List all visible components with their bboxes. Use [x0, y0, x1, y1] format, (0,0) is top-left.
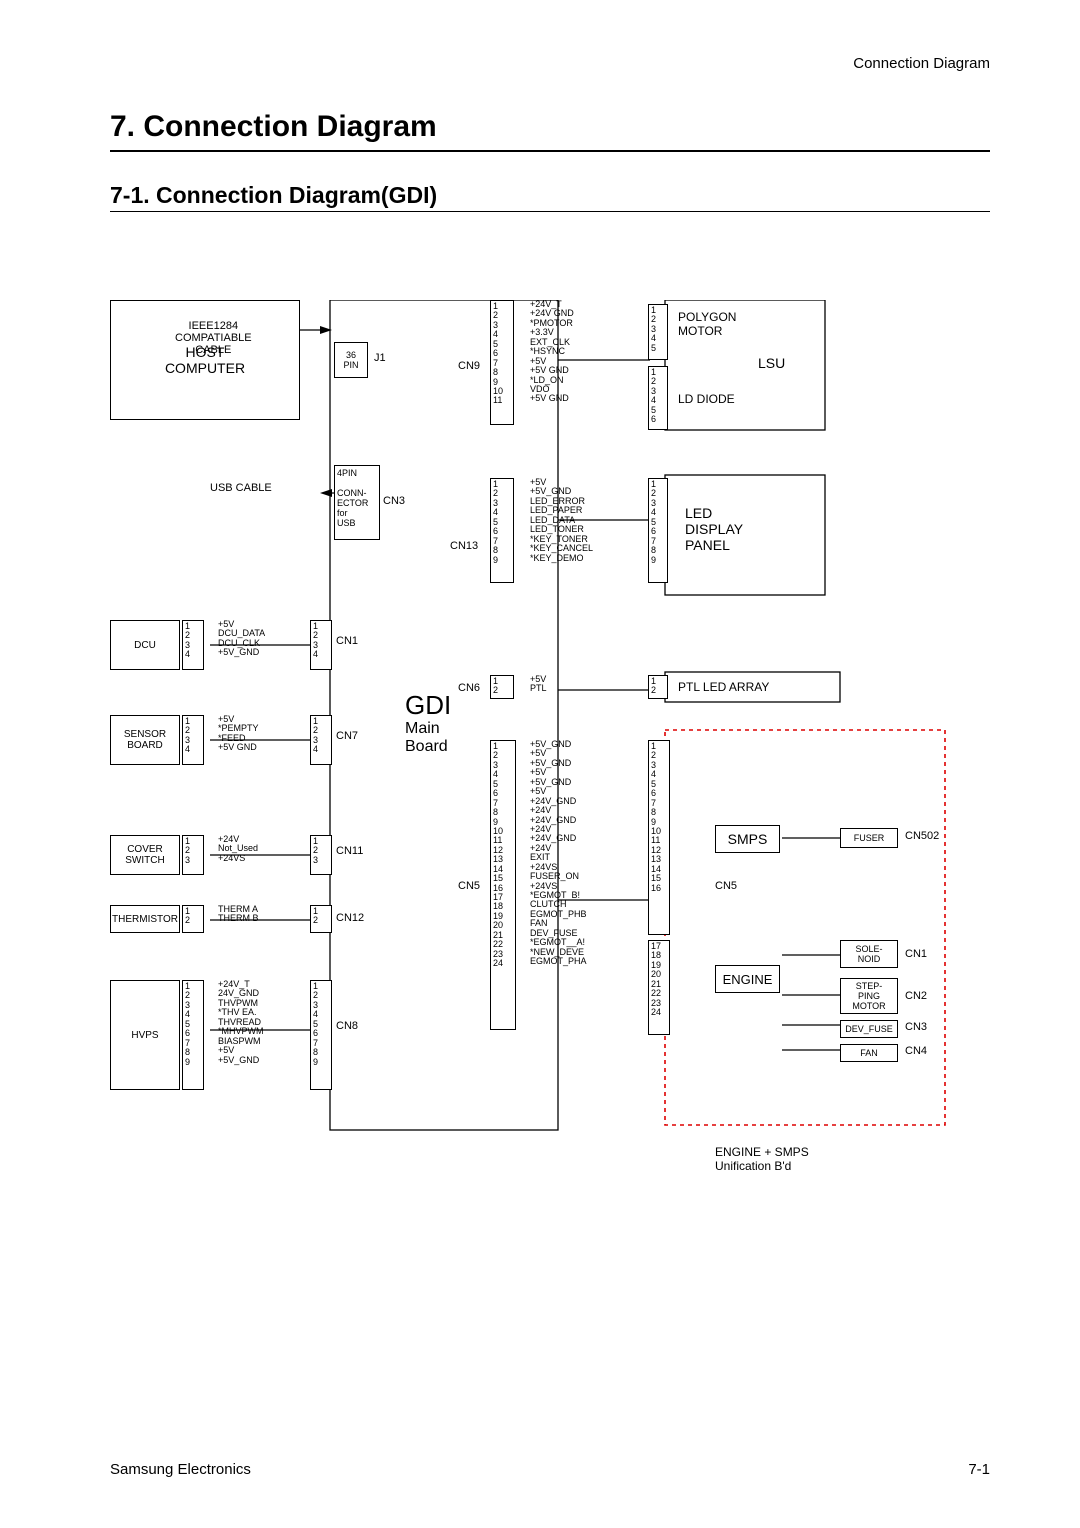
fan-block: FAN: [840, 1044, 898, 1062]
cover-left-pins: 1 2 3: [185, 837, 190, 865]
cn11-label: CN11: [336, 845, 363, 857]
led-panel-label: LED DISPLAY PANEL: [685, 505, 743, 553]
led-panel-pins: 1 2 3 4 5 6 7 8 9: [651, 480, 656, 565]
cn6-signals: +5V PTL: [530, 675, 547, 694]
cn6-left-pins: 1 2: [493, 677, 498, 696]
unification-board-label: ENGINE + SMPS Unification B'd: [715, 1145, 809, 1173]
j1-label: J1: [374, 352, 386, 364]
engine-pins: 17 18 19 20 21 22 23 24: [651, 942, 661, 1018]
ptl-pins: 1 2: [651, 677, 656, 696]
cn7-label: CN7: [336, 730, 358, 742]
sensor-board-block: SENSOR BOARD: [110, 715, 180, 765]
chapter-title: 7. Connection Diagram: [110, 110, 990, 144]
lsu-label: LSU: [758, 355, 785, 371]
lddiode-pins: 1 2 3 4 5 6: [651, 368, 656, 425]
cn1-right-label: CN1: [905, 948, 927, 960]
connection-diagram: HOST COMPUTER IEEE1284 COMPATIABLE CABLE…: [110, 300, 990, 1400]
fuser-block: FUSER: [840, 828, 898, 848]
pin36-block: 36 PIN: [334, 342, 368, 378]
therm-left-pins: 1 2: [185, 907, 190, 926]
engine-block: ENGINE: [715, 965, 780, 993]
cn5-label-left: CN5: [458, 880, 480, 892]
cover-switch-block: COVER SWITCH: [110, 835, 180, 875]
ld-diode-label: LD DIODE: [678, 392, 735, 406]
usb-cable-label: USB CABLE: [210, 482, 272, 494]
sensor-right-pins: 1 2 3 4: [313, 717, 318, 755]
cn13-left-pins: 1 2 3 4 5 6 7 8 9: [493, 480, 498, 565]
cn5-left-pins: 1 2 3 4 5 6 7 8 9 10 11 12 13 14 15 16 1…: [493, 742, 503, 969]
polygon-motor-label: POLYGON MOTOR: [678, 310, 736, 338]
sensor-signals: +5V *PEMPTY *FEED +5V GND: [218, 715, 259, 753]
cover-signals: +24V Not_Used +24VS: [218, 835, 258, 863]
ptl-label: PTL LED ARRAY: [678, 680, 769, 694]
solenoid-block: SOLE- NOID: [840, 940, 898, 968]
footer-left: Samsung Electronics: [110, 1461, 251, 1478]
section-title: 7-1. Connection Diagram(GDI): [110, 182, 990, 209]
cn502-label: CN502: [905, 830, 939, 842]
therm-right-pins: 1 2: [313, 907, 318, 926]
cover-right-pins: 1 2 3: [313, 837, 318, 865]
dcu-block: DCU: [110, 620, 180, 670]
usb-4pin-connector: 4PIN CONN- ECTOR for USB: [334, 465, 380, 540]
cn6-label: CN6: [458, 682, 480, 694]
smps-pins: 1 2 3 4 5 6 7 8 9 10 11 12 13 14 15 16: [651, 742, 661, 893]
cn3-right-label: CN3: [905, 1021, 927, 1033]
smps-block: SMPS: [715, 825, 780, 853]
cn12-label: CN12: [336, 912, 364, 924]
polygon-pins: 1 2 3 4 5: [651, 306, 656, 353]
cn2-right-label: CN2: [905, 990, 927, 1002]
dcu-left-pins: 1 2 3 4: [185, 622, 190, 660]
host-computer-block: HOST COMPUTER: [110, 300, 300, 420]
cn5-signals: +5V_GND +5V +5V_GND +5V +5V_GND +5V +24V…: [530, 740, 587, 967]
sensor-left-pins: 1 2 3 4: [185, 717, 190, 755]
hvps-left-pins: 1 2 3 4 5 6 7 8 9: [185, 982, 190, 1067]
main-board-label: Main Board: [405, 720, 448, 756]
cn13-label: CN13: [450, 540, 478, 552]
footer-right: 7-1: [968, 1461, 990, 1478]
dcu-right-pins: 1 2 3 4: [313, 622, 318, 660]
cn8-label: CN8: [336, 1020, 358, 1032]
cn13-signals: +5V +5V_GND LED_ERROR LED_PAPER LED_DATA…: [530, 478, 593, 563]
stepping-motor-block: STEP- PING MOTOR: [840, 978, 898, 1014]
gdi-title: GDI: [405, 690, 451, 721]
thermistor-block: THERMISTOR: [110, 905, 180, 933]
cn1-label: CN1: [336, 635, 358, 647]
hvps-block: HVPS: [110, 980, 180, 1090]
hvps-signals: +24V_T 24V_GND THVPWM *THV EA. THVREAD *…: [218, 980, 264, 1065]
ieee-cable-label: IEEE1284 COMPATIABLE CABLE: [175, 320, 252, 356]
therm-signals: THERM A THERM B: [218, 905, 259, 924]
devfuse-block: DEV_FUSE: [840, 1020, 898, 1038]
cn4-right-label: CN4: [905, 1045, 927, 1057]
cn3-label: CN3: [383, 495, 405, 507]
hvps-right-pins: 1 2 3 4 5 6 7 8 9: [313, 982, 318, 1067]
cn5-label-right: CN5: [715, 880, 737, 892]
cn9-left-pins: 1 2 3 4 5 6 7 8 9 10 11: [493, 302, 503, 406]
cn9-label: CN9: [458, 360, 480, 372]
dcu-signals: +5V DCU_DATA DCU_CLK +5V_GND: [218, 620, 265, 658]
cn9-signals: +24V_T +24V GND *PMOTOR +3.3V EXT_CLK *H…: [530, 300, 574, 404]
